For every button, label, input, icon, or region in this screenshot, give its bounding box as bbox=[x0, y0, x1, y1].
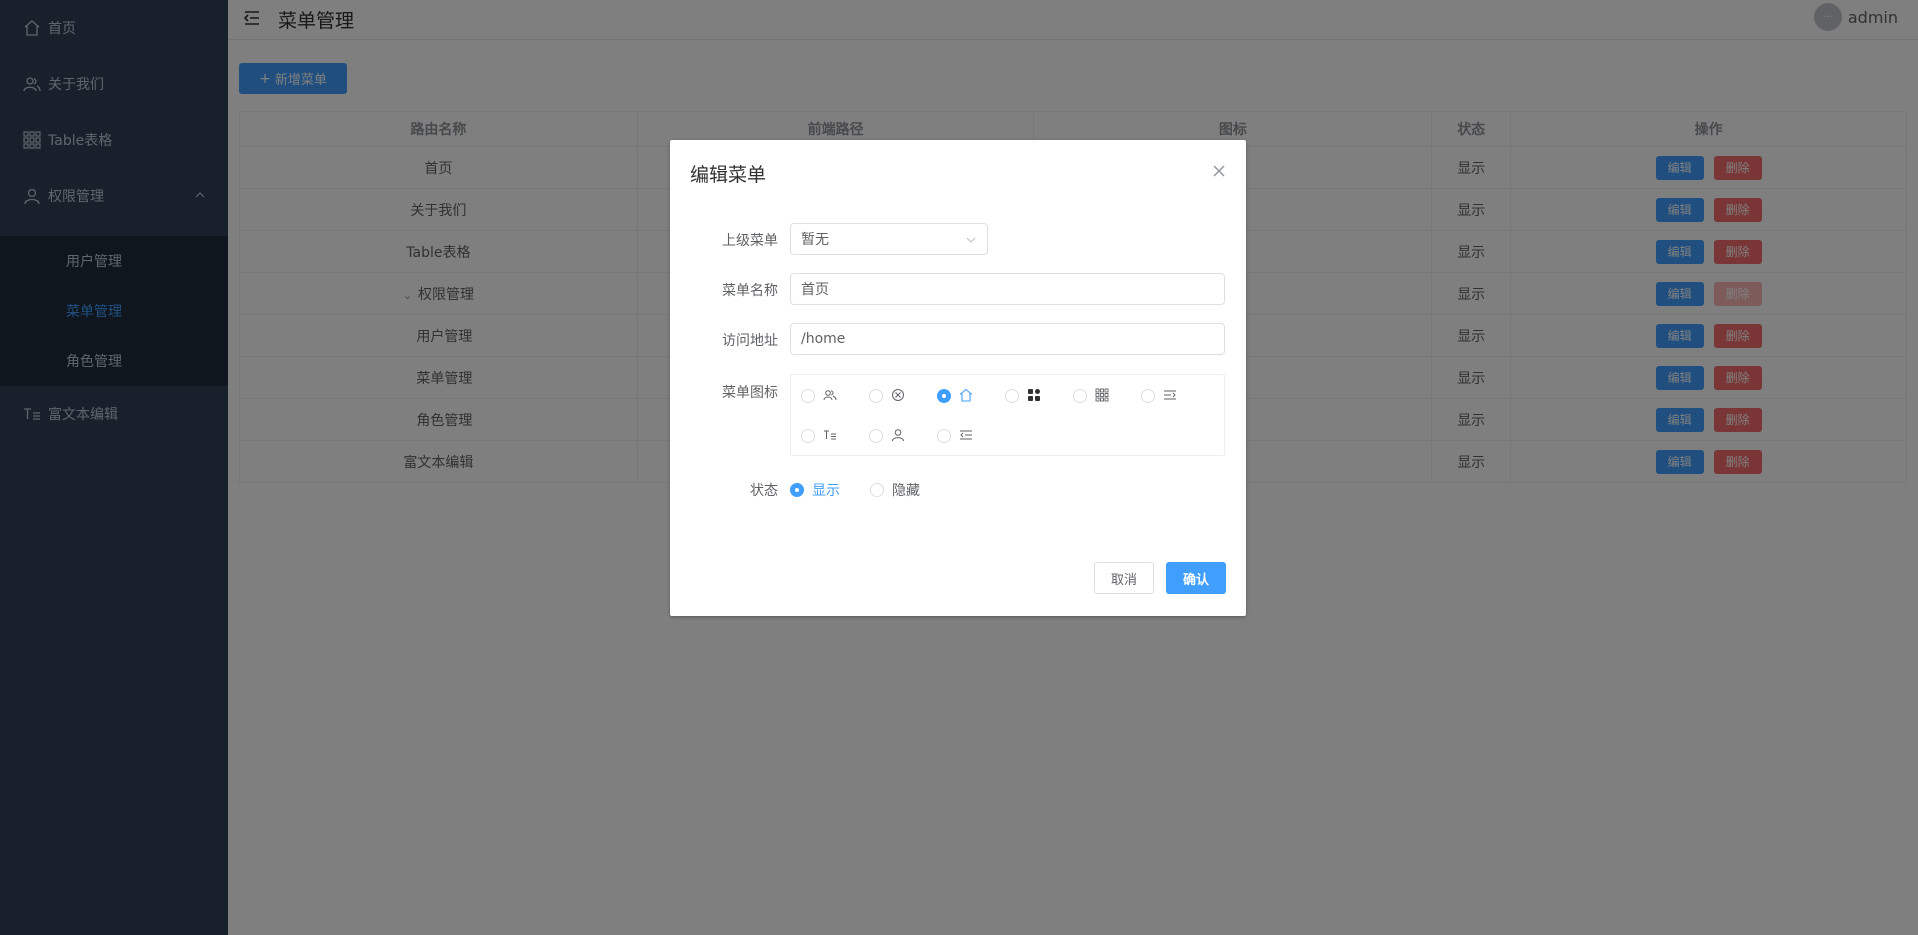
status-show-label: 显示 bbox=[812, 483, 840, 499]
icon-option-text-edit[interactable] bbox=[801, 428, 839, 444]
radio[interactable] bbox=[869, 389, 883, 403]
radio[interactable] bbox=[937, 429, 951, 443]
status-hide-option[interactable]: 隐藏 bbox=[870, 480, 920, 500]
icon-option-unfold[interactable] bbox=[1141, 388, 1179, 404]
edit-menu-dialog: 编辑菜单 上级菜单 暂无 菜单名称 首页 访问地址 /home 菜单图标 状态 … bbox=[670, 140, 1246, 616]
status-hide-label: 隐藏 bbox=[892, 483, 920, 499]
radio-checked[interactable] bbox=[937, 389, 951, 403]
icon-option-apps[interactable] bbox=[1005, 388, 1043, 404]
path-input[interactable]: /home bbox=[790, 323, 1225, 355]
icon-option-circle-close[interactable] bbox=[869, 388, 907, 404]
circle-close-icon bbox=[891, 388, 907, 404]
radio[interactable] bbox=[1073, 389, 1087, 403]
radio[interactable] bbox=[870, 483, 884, 497]
user-icon bbox=[891, 428, 907, 444]
parent-menu-value: 暂无 bbox=[801, 232, 829, 248]
parent-menu-label: 上级菜单 bbox=[722, 233, 778, 249]
parent-menu-select[interactable]: 暂无 bbox=[790, 223, 988, 255]
radio[interactable] bbox=[801, 389, 815, 403]
menu-name-label: 菜单名称 bbox=[722, 283, 778, 299]
menu-name-value: 首页 bbox=[801, 282, 829, 298]
icon-picker bbox=[790, 374, 1225, 456]
chevron-down-icon bbox=[966, 237, 976, 243]
path-label: 访问地址 bbox=[722, 333, 778, 349]
menu-icon-label: 菜单图标 bbox=[722, 385, 778, 401]
path-value: /home bbox=[801, 331, 846, 347]
home-icon bbox=[959, 388, 975, 404]
users-icon bbox=[823, 388, 839, 404]
status-radio-group: 显示 隐藏 bbox=[790, 480, 950, 500]
menu-name-input[interactable]: 首页 bbox=[790, 273, 1225, 305]
grid-icon bbox=[1095, 388, 1111, 404]
icon-option-fold[interactable] bbox=[937, 428, 975, 444]
text-edit-icon bbox=[823, 428, 839, 444]
icon-option-user[interactable] bbox=[869, 428, 907, 444]
apps-icon bbox=[1027, 388, 1043, 404]
unfold-icon bbox=[1163, 388, 1179, 404]
cancel-button[interactable]: 取消 bbox=[1094, 562, 1154, 594]
fold-icon bbox=[959, 428, 975, 444]
dialog-title: 编辑菜单 bbox=[690, 164, 767, 186]
icon-option-users[interactable] bbox=[801, 388, 839, 404]
radio-checked[interactable] bbox=[790, 483, 804, 497]
radio[interactable] bbox=[869, 429, 883, 443]
confirm-button[interactable]: 确认 bbox=[1166, 562, 1226, 594]
icon-option-grid[interactable] bbox=[1073, 388, 1111, 404]
radio[interactable] bbox=[1005, 389, 1019, 403]
status-label: 状态 bbox=[750, 483, 778, 499]
close-icon[interactable] bbox=[1212, 164, 1226, 178]
radio[interactable] bbox=[1141, 389, 1155, 403]
radio[interactable] bbox=[801, 429, 815, 443]
icon-option-home[interactable] bbox=[937, 388, 975, 404]
status-show-option[interactable]: 显示 bbox=[790, 480, 840, 500]
